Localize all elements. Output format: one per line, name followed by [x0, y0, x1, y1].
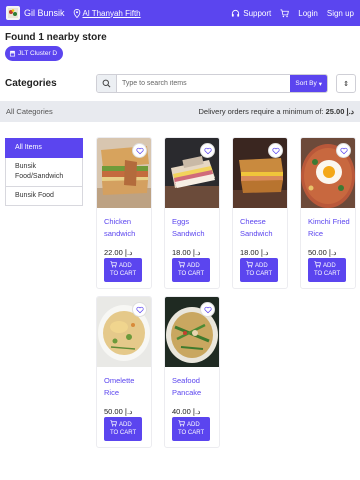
- cart-icon: [246, 261, 253, 268]
- product-card[interactable]: Seafood Pancake 40.00 د.إ ADD TO CART: [164, 296, 220, 448]
- category-sidebar: All Items Bunsik Food/Sandwich Bunsik Fo…: [5, 138, 83, 206]
- product-price: 18.00 د.إ: [172, 248, 201, 257]
- store-chip[interactable]: JLT Cluster D: [5, 46, 64, 61]
- chevron-down-icon: ▾: [318, 80, 322, 88]
- cart-icon: [110, 261, 117, 268]
- product-name[interactable]: Eggs Sandwich: [172, 216, 218, 240]
- location-label: Al Thanyah Fifth: [82, 8, 141, 18]
- product-card[interactable]: Cheese Sandwich 18.00 د.إ ADD TO CART: [232, 137, 288, 289]
- product-card[interactable]: Omelette Rice 50.00 د.إ ADD TO CART: [96, 296, 152, 448]
- location-link[interactable]: Al Thanyah Fifth: [73, 9, 141, 18]
- product-price: 50.00 د.إ: [308, 248, 337, 257]
- product-price: 50.00 د.إ: [104, 407, 133, 416]
- heart-icon[interactable]: [132, 302, 147, 317]
- store-icon: [9, 50, 16, 57]
- product-name[interactable]: Seafood Pancake: [172, 375, 218, 399]
- add-to-cart-button[interactable]: ADD TO CART: [308, 258, 346, 282]
- minimum-order-text: Delivery orders require a minimum of:: [198, 107, 324, 116]
- nearby-store-title: Found 1 nearby store: [5, 32, 107, 43]
- heart-icon[interactable]: [132, 143, 147, 158]
- add-to-cart-button[interactable]: ADD TO CART: [172, 417, 210, 441]
- search-input[interactable]: [117, 75, 291, 92]
- minimum-order-notice: Delivery orders require a minimum of: د.…: [198, 107, 354, 116]
- sidebar-item-bunsik-food-sandwich[interactable]: Bunsik Food/Sandwich: [5, 158, 83, 187]
- current-category-label: All Categories: [6, 107, 53, 116]
- product-name[interactable]: Chicken sandwich: [104, 216, 150, 240]
- product-card[interactable]: Chicken sandwich 22.00 د.إ ADD TO CART: [96, 137, 152, 289]
- add-to-cart-button[interactable]: ADD TO CART: [104, 258, 142, 282]
- add-to-cart-button[interactable]: ADD TO CART: [104, 417, 142, 441]
- product-card[interactable]: Kimchi Fried Rice 50.00 د.إ ADD TO CART: [300, 137, 356, 289]
- product-card[interactable]: Eggs Sandwich 18.00 د.إ ADD TO CART: [164, 137, 220, 289]
- sort-by-label: Sort By: [295, 80, 317, 87]
- product-price: 18.00 د.إ: [240, 248, 269, 257]
- cart-button[interactable]: [280, 8, 290, 18]
- minimum-order-value: د.إ 25.00: [325, 107, 354, 116]
- product-name[interactable]: Omelette Rice: [104, 375, 150, 399]
- search-bar: Sort By ▾: [96, 74, 328, 93]
- product-name[interactable]: Cheese Sandwich: [240, 216, 286, 240]
- product-name[interactable]: Kimchi Fried Rice: [308, 216, 354, 240]
- cart-icon: [314, 261, 321, 268]
- brand-logo[interactable]: [6, 6, 20, 20]
- search-icon: [97, 75, 117, 92]
- add-to-cart-button[interactable]: ADD TO CART: [240, 258, 278, 282]
- add-to-cart-button[interactable]: ADD TO CART: [172, 258, 210, 282]
- map-pin-icon: [73, 8, 80, 18]
- cart-icon: [178, 420, 185, 427]
- signup-link[interactable]: Sign up: [327, 9, 354, 18]
- heart-icon[interactable]: [200, 302, 215, 317]
- heart-icon[interactable]: [268, 143, 283, 158]
- sidebar-item-all-items[interactable]: All Items: [5, 138, 83, 158]
- login-link[interactable]: Login: [298, 9, 318, 18]
- cart-icon: [280, 8, 290, 17]
- cart-icon: [110, 420, 117, 427]
- heart-icon[interactable]: [336, 143, 351, 158]
- sort-by-button[interactable]: Sort By ▾: [290, 75, 327, 92]
- headset-icon: [232, 9, 240, 17]
- categories-heading: Categories: [5, 78, 57, 89]
- product-price: 22.00 د.إ: [104, 248, 133, 257]
- product-price: 40.00 د.إ: [172, 407, 201, 416]
- heart-icon[interactable]: [200, 143, 215, 158]
- info-bar: All Categories Delivery orders require a…: [0, 101, 360, 122]
- top-navbar: Gil Bunsik Al Thanyah Fifth Support Logi…: [0, 0, 360, 26]
- support-link[interactable]: Support: [231, 9, 271, 18]
- cart-icon: [178, 261, 185, 268]
- sidebar-item-bunsik-food[interactable]: Bunsik Food: [5, 187, 83, 206]
- store-chip-label: JLT Cluster D: [18, 50, 58, 57]
- sort-order-icon: ⇕: [343, 80, 349, 88]
- sort-order-button[interactable]: ⇕: [336, 74, 356, 93]
- support-label: Support: [243, 8, 272, 18]
- brand-name[interactable]: Gil Bunsik: [24, 8, 65, 18]
